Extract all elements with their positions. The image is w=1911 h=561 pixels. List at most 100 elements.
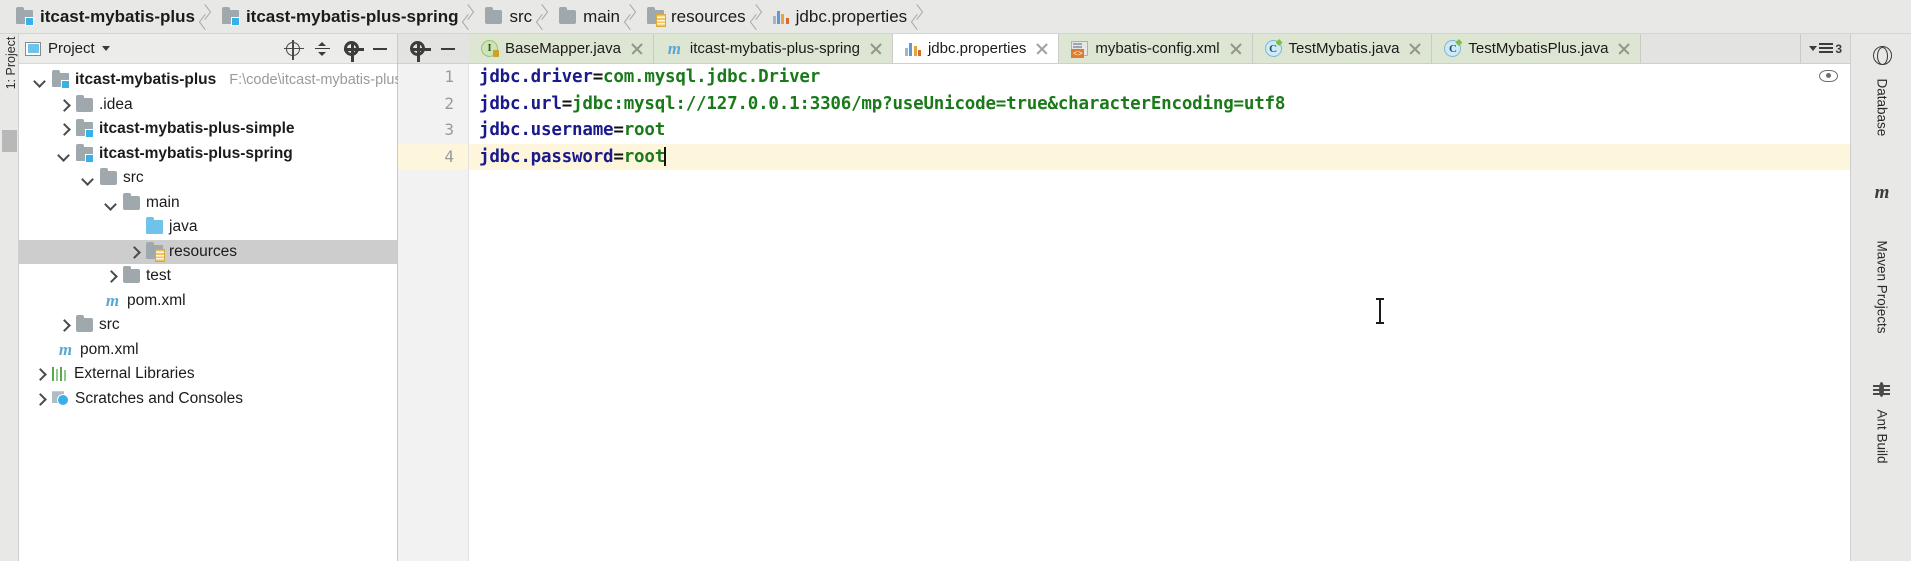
tree-row[interactable]: itcast-mybatis-plus-spring (19, 142, 397, 167)
line-number: 2 (444, 93, 454, 113)
tool-window-button-maven[interactable]: m Maven Projects (1851, 182, 1911, 367)
tab-label: TestMybatis.java (1288, 40, 1400, 57)
collapse-all-button[interactable] (311, 38, 333, 60)
resources-folder-icon (647, 6, 667, 27)
tree-row[interactable]: src (19, 313, 397, 338)
editor-area: I BaseMapper.java m itcast-mybatis-plus-… (398, 34, 1850, 561)
module-icon (52, 70, 70, 90)
tree-row[interactable]: m pom.xml (19, 338, 397, 363)
tree-item-label: External Libraries (74, 365, 195, 383)
tab-label: mybatis-config.xml (1095, 40, 1220, 57)
breadcrumb-item-src[interactable]: src (475, 0, 536, 34)
folder-icon (76, 94, 93, 112)
tool-window-button-project[interactable]: 1: Project (4, 31, 18, 95)
code-line[interactable]: jdbc.url=jdbc:mysql://127.0.0.1:3306/mp?… (469, 91, 1850, 118)
tab-label: jdbc.properties (927, 40, 1027, 57)
breadcrumb-item-main[interactable]: main (549, 0, 624, 34)
tab-mybatis-config-xml[interactable]: mybatis-config.xml (1059, 34, 1253, 63)
tree-row[interactable]: itcast-mybatis-plus-simple (19, 117, 397, 142)
chevron-right-icon[interactable] (104, 270, 117, 283)
chevron-right-icon[interactable] (33, 368, 46, 381)
code-editor[interactable]: 1 2 3 4 jdbc.driver=com.mysql.jdbc.Drive… (398, 64, 1850, 561)
chevron-right-icon[interactable] (57, 98, 70, 111)
chevron-right-icon[interactable] (57, 319, 70, 332)
locate-file-button[interactable] (282, 38, 304, 60)
list-lines-icon (1819, 43, 1834, 54)
breadcrumb-item-project[interactable]: itcast-mybatis-plus (6, 0, 199, 34)
tab-testmybatis-java[interactable]: C TestMybatis.java (1252, 34, 1433, 63)
tree-row[interactable]: java (19, 215, 397, 240)
module-icon (221, 6, 240, 26)
eye-icon[interactable] (1819, 70, 1838, 82)
equals-sign: = (613, 120, 624, 140)
gear-icon (343, 41, 364, 62)
breadcrumb-label: itcast-mybatis-plus (40, 6, 195, 26)
chevron-down-icon[interactable] (101, 46, 110, 51)
tool-window-button-database[interactable]: Database (1851, 42, 1911, 172)
breadcrumb-separator-icon (624, 0, 637, 34)
folder-icon (123, 192, 140, 210)
equals-sign: = (613, 146, 624, 167)
tab-jdbc-properties[interactable]: jdbc.properties (892, 34, 1060, 63)
chevron-right-icon[interactable] (57, 123, 70, 136)
ide-window: itcast-mybatis-plus itcast-mybatis-plus-… (0, 0, 1911, 561)
tree-item-label: itcast-mybatis-plus-simple (99, 120, 295, 138)
chevron-down-icon[interactable] (33, 74, 46, 87)
tree-row[interactable]: test (19, 264, 397, 289)
tree-row[interactable]: main (19, 191, 397, 216)
code-line-current[interactable]: jdbc.password=root (469, 143, 1850, 170)
settings-button[interactable] (340, 38, 364, 62)
breadcrumb-item-file[interactable]: jdbc.properties (763, 0, 912, 34)
chevron-down-icon[interactable] (57, 147, 70, 160)
tab-itcast-mybatis-plus-spring[interactable]: m itcast-mybatis-plus-spring (653, 34, 893, 63)
tree-row[interactable]: External Libraries (19, 362, 397, 387)
close-icon[interactable] (1230, 43, 1242, 55)
tab-testmybatisplus-java[interactable]: C TestMybatisPlus.java (1432, 34, 1642, 63)
close-icon[interactable] (870, 43, 882, 55)
tree-row[interactable]: src (19, 166, 397, 191)
maven-file-icon: m (667, 38, 682, 58)
tab-label: BaseMapper.java (505, 40, 621, 57)
breadcrumb-item-resources[interactable]: resources (637, 0, 750, 34)
chevron-right-icon[interactable] (127, 245, 140, 258)
chevron-right-icon[interactable] (33, 392, 46, 405)
tree-item-label: java (169, 218, 198, 236)
tree-row[interactable]: m pom.xml (19, 289, 397, 314)
breadcrumb-separator-icon (536, 0, 549, 34)
resources-folder-icon (146, 241, 165, 262)
tab-overflow-button[interactable]: 3 (1800, 34, 1850, 63)
breadcrumb-item-module[interactable]: itcast-mybatis-plus-spring (212, 0, 463, 34)
property-key: jdbc.username (479, 120, 614, 140)
tree-row[interactable]: Scratches and Consoles (19, 387, 397, 412)
hide-panel-button[interactable] (369, 38, 391, 60)
folder-icon (76, 315, 93, 333)
minimize-icon[interactable] (441, 47, 455, 50)
code-content[interactable]: jdbc.driver=com.mysql.jdbc.Driver jdbc.u… (469, 64, 1850, 561)
chevron-down-icon[interactable] (104, 196, 117, 209)
gear-icon[interactable] (410, 41, 431, 62)
tab-label: itcast-mybatis-plus-spring (689, 40, 860, 57)
editor-tabbar-tools (398, 34, 469, 63)
tree-item-label: main (146, 193, 180, 211)
close-icon[interactable] (1036, 43, 1048, 55)
tab-basemapper-java[interactable]: I BaseMapper.java (469, 34, 654, 63)
line-number: 4 (398, 143, 468, 170)
code-line[interactable]: jdbc.driver=com.mysql.jdbc.Driver (469, 64, 1850, 91)
tree-row[interactable]: itcast-mybatis-plus F:\code\itcast-mybat… (19, 68, 402, 93)
chevron-down-icon (1809, 46, 1818, 51)
close-icon[interactable] (1618, 43, 1630, 55)
close-icon[interactable] (1409, 43, 1421, 55)
breadcrumb-separator-icon (911, 0, 924, 34)
tool-window-button-ant[interactable]: Ant Build (1851, 379, 1911, 509)
tree-row[interactable]: .idea (19, 93, 397, 118)
tab-list-icon: 3 (1809, 42, 1842, 56)
code-line[interactable]: jdbc.username=root (469, 117, 1850, 144)
close-icon[interactable] (631, 43, 643, 55)
tree-item-path: F:\code\itcast-mybatis-plus (229, 72, 402, 89)
property-value: root (623, 120, 666, 140)
folder-icon (559, 6, 577, 24)
editor-tab-bar: I BaseMapper.java m itcast-mybatis-plus-… (398, 34, 1850, 64)
tree-row-resources[interactable]: resources (19, 239, 397, 264)
breadcrumb-label: src (509, 6, 533, 26)
chevron-down-icon[interactable] (81, 172, 94, 185)
